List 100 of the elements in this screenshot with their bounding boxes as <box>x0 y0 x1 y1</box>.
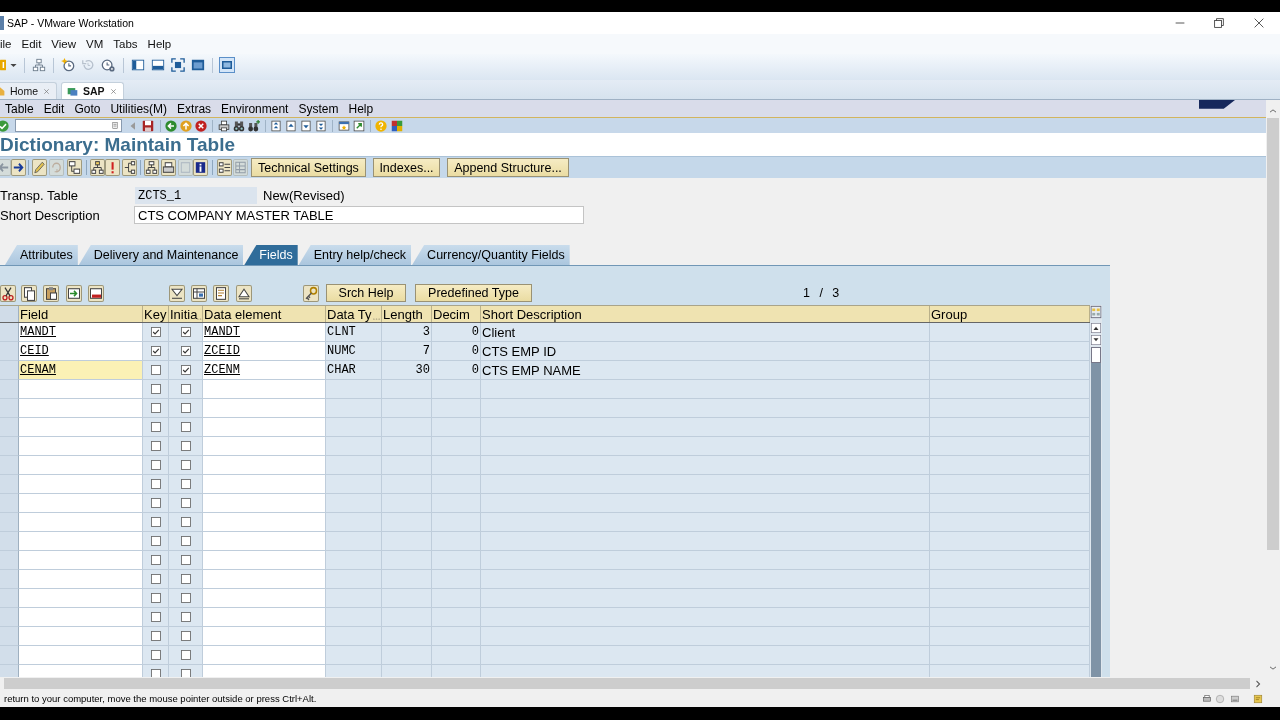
column-header[interactable]: Key <box>143 306 169 322</box>
input-field[interactable] <box>203 551 326 570</box>
find-icon[interactable] <box>233 119 245 132</box>
tab[interactable]: Attributes <box>5 245 78 265</box>
input-field[interactable] <box>19 589 143 608</box>
window-icon[interactable] <box>191 58 205 72</box>
copy-icon[interactable] <box>21 284 37 302</box>
input-field[interactable] <box>203 437 326 456</box>
tab[interactable]: Fields <box>244 245 298 265</box>
panel-icon[interactable] <box>151 58 165 72</box>
sidebar-icon[interactable] <box>131 58 145 72</box>
input-field[interactable]: CTS COMPANY MASTER TABLE <box>134 206 584 224</box>
scroll-down-icon[interactable] <box>1091 335 1101 345</box>
menu-item[interactable]: VM <box>86 38 104 50</box>
checkbox[interactable] <box>180 498 191 508</box>
checkbox[interactable] <box>180 631 191 641</box>
menu-item[interactable]: Edit <box>21 38 42 50</box>
checkbox[interactable] <box>180 650 191 660</box>
menu-item[interactable]: Goto <box>74 101 101 116</box>
close-icon[interactable] <box>1254 18 1264 28</box>
menu-item[interactable]: Utilities(M) <box>110 101 168 116</box>
checkbox[interactable] <box>180 441 191 451</box>
checkbox[interactable] <box>150 327 161 337</box>
toolbar-button[interactable]: Technical Settings <box>251 158 366 177</box>
previous-page-icon[interactable] <box>285 119 297 132</box>
branch-icon[interactable] <box>122 159 137 176</box>
column-header[interactable]: Decim <box>432 306 481 322</box>
scrollbar-thumb[interactable] <box>1091 347 1101 363</box>
network-icon[interactable] <box>32 58 46 72</box>
up-triangle-icon[interactable] <box>236 284 252 302</box>
input-field[interactable] <box>203 380 326 399</box>
checkbox[interactable] <box>180 365 191 375</box>
tab[interactable]: Currency/Quantity Fields <box>412 245 570 265</box>
input-field[interactable]: CENAM <box>19 361 143 380</box>
checkbox[interactable] <box>150 555 161 565</box>
input-field[interactable] <box>203 646 326 665</box>
window-icon[interactable] <box>219 57 235 73</box>
input-field[interactable] <box>19 437 143 456</box>
input-field[interactable] <box>19 513 143 532</box>
hierarchy-icon[interactable] <box>67 159 82 176</box>
checkbox[interactable] <box>180 327 191 337</box>
restore-icon[interactable] <box>1214 18 1224 28</box>
checkbox[interactable] <box>180 574 191 584</box>
checkbox[interactable] <box>180 403 191 413</box>
checkbox[interactable] <box>150 441 161 451</box>
menu-item[interactable]: Help <box>147 38 172 50</box>
column-header[interactable]: Length <box>382 306 432 322</box>
input-field[interactable]: ZCENM <box>203 361 326 380</box>
toolbar-button[interactable]: Predefined Type <box>415 284 532 302</box>
pencil-icon[interactable] <box>32 159 47 176</box>
tree-icon[interactable] <box>90 159 105 176</box>
first-page-icon[interactable] <box>270 119 282 132</box>
checkbox[interactable] <box>150 650 161 660</box>
input-field[interactable] <box>19 570 143 589</box>
check-icon[interactable] <box>0 119 9 132</box>
input-field[interactable] <box>19 475 143 494</box>
last-page-icon[interactable] <box>315 119 327 132</box>
back-icon[interactable] <box>165 119 177 132</box>
scroll-right-icon[interactable] <box>1255 679 1261 688</box>
input-field[interactable]: MANDT <box>19 323 143 342</box>
scroll-down-icon[interactable] <box>1269 665 1277 671</box>
tab[interactable]: Home <box>0 82 57 99</box>
right-arrow-icon[interactable] <box>11 159 26 176</box>
column-header[interactable]: Data Ty <box>326 306 382 322</box>
column-header[interactable]: Data element <box>203 306 326 322</box>
checkbox[interactable] <box>150 612 161 622</box>
checkbox[interactable] <box>150 460 161 470</box>
input-field[interactable] <box>19 532 143 551</box>
drive-icon[interactable] <box>1230 693 1240 704</box>
scrollbar-thumb[interactable] <box>1267 118 1279 550</box>
checkbox[interactable] <box>150 574 161 584</box>
shortcut-icon[interactable] <box>353 119 365 132</box>
clock-icon[interactable] <box>61 58 75 72</box>
input-field[interactable] <box>19 627 143 646</box>
input-field[interactable] <box>19 608 143 627</box>
checkbox[interactable] <box>180 536 191 546</box>
input-field[interactable]: CEID <box>19 342 143 361</box>
info-icon[interactable] <box>193 159 208 176</box>
toolbar-button[interactable]: Append Structure... <box>447 158 569 177</box>
checkbox[interactable] <box>150 479 161 489</box>
filter-icon[interactable] <box>169 284 185 302</box>
checkbox[interactable] <box>180 612 191 622</box>
toolbar-button[interactable]: Srch Help <box>326 284 406 302</box>
menu-item[interactable]: Help <box>348 101 374 116</box>
scissors-icon[interactable] <box>0 284 16 302</box>
menu-item[interactable]: Edit <box>43 101 65 116</box>
key-icon[interactable] <box>303 284 319 302</box>
triangle-icon[interactable] <box>129 120 137 131</box>
hierarchy-icon[interactable] <box>144 159 159 176</box>
input-field[interactable] <box>19 380 143 399</box>
checkbox[interactable] <box>180 346 191 356</box>
input-field[interactable] <box>19 456 143 475</box>
print-icon[interactable] <box>218 119 230 132</box>
table-icon[interactable] <box>191 284 207 302</box>
column-header[interactable]: Short Description <box>481 306 930 322</box>
checkbox[interactable] <box>180 384 191 394</box>
checkbox[interactable] <box>180 422 191 432</box>
scrollbar[interactable] <box>1091 347 1101 677</box>
tab[interactable]: Entry help/check <box>298 245 412 265</box>
input-field[interactable] <box>203 570 326 589</box>
